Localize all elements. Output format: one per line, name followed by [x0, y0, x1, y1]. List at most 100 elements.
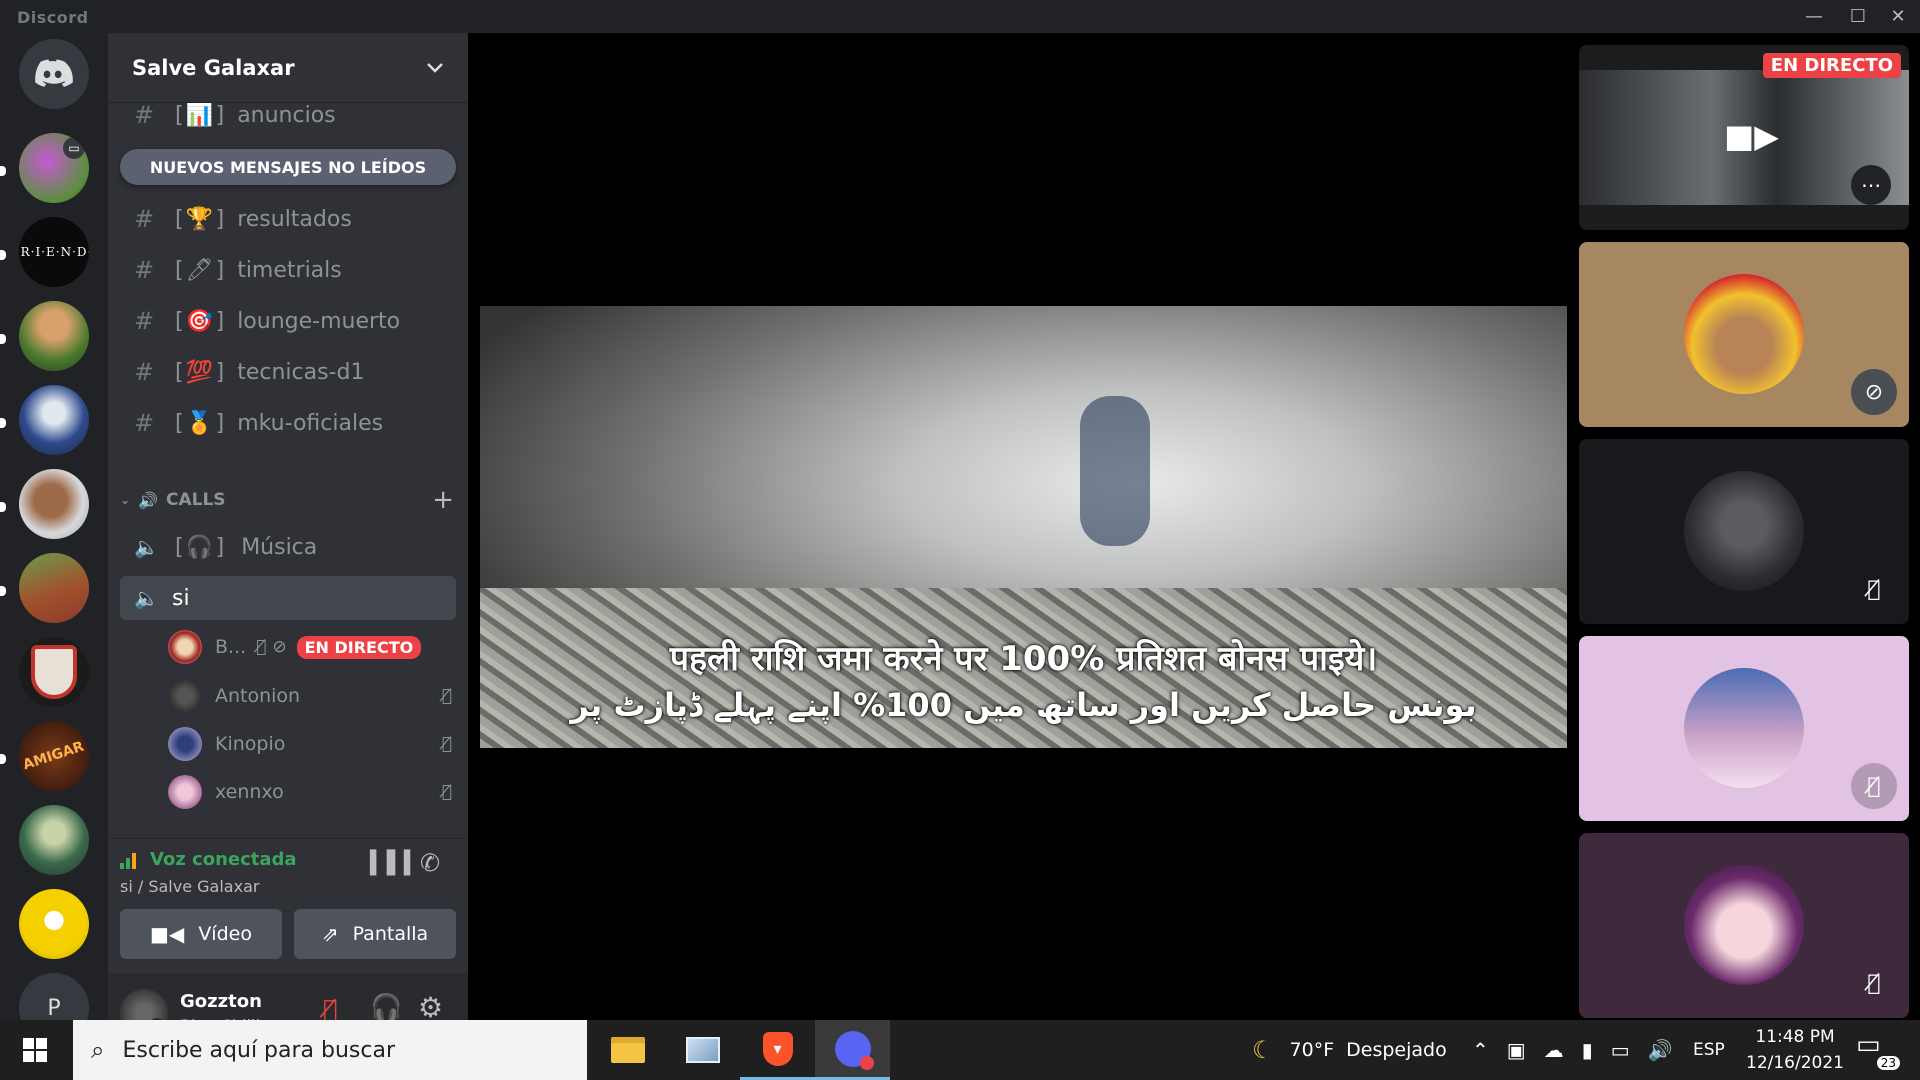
- server-icon-8[interactable]: AMIGAR: [19, 721, 89, 791]
- windows-logo-icon: [23, 1038, 47, 1062]
- server-header[interactable]: Salve Galaxar: [108, 33, 468, 103]
- avatar: [168, 727, 202, 761]
- voice-status-title: Voz conectada: [150, 849, 297, 870]
- participant-tile-2[interactable]: 🎙̸: [1579, 439, 1909, 624]
- figure-silhouette: [1080, 396, 1150, 546]
- participant-tile-1[interactable]: ⊘: [1579, 242, 1909, 427]
- noise-suppression-icon[interactable]: ▍▌▍: [370, 851, 421, 876]
- signal-icon: [120, 853, 136, 869]
- channel-resultados[interactable]: # [🏆] resultados: [120, 197, 456, 241]
- headphones-icon: 🎧: [185, 534, 214, 560]
- language-indicator[interactable]: ESP: [1693, 1020, 1725, 1080]
- username: Gozzton: [180, 991, 262, 1012]
- server-icon-6[interactable]: [19, 553, 89, 623]
- headphones-icon[interactable]: 🎧: [370, 993, 402, 1023]
- server-icon-5[interactable]: [19, 469, 89, 539]
- server-icon-4[interactable]: [19, 385, 89, 455]
- channel-emoji: 📊: [185, 103, 214, 128]
- channel-timetrials[interactable]: # [🖊] timetrials: [120, 248, 456, 292]
- channel-label: timetrials: [237, 257, 342, 283]
- add-channel-icon[interactable]: +: [432, 485, 454, 515]
- video-button[interactable]: ■◀ Vídeo: [120, 909, 282, 959]
- video-camera-icon: ■▶: [1724, 117, 1779, 155]
- maximize-button[interactable]: ☐: [1836, 0, 1880, 33]
- unread-indicator: [0, 754, 6, 764]
- discord-app[interactable]: [815, 1020, 890, 1080]
- avatar: [1684, 274, 1804, 394]
- avatar: [168, 630, 202, 664]
- muted-mic-icon: 🎙̸: [1851, 763, 1897, 809]
- live-badge: EN DIRECTO: [1762, 53, 1901, 78]
- voice-channel-si[interactable]: 🔈 si: [120, 576, 456, 620]
- battery-icon[interactable]: ▭: [1611, 1038, 1630, 1062]
- server-icon-p[interactable]: P: [19, 973, 89, 1020]
- server-icon-3[interactable]: [19, 301, 89, 371]
- channel-tecnicas-d1[interactable]: # [💯] tecnicas-d1: [120, 350, 456, 394]
- notification-center-icon[interactable]: ▭ 23: [1856, 1030, 1900, 1070]
- system-tray-icons: ⌃ ▣ ☁ ▮ ▭ 🔊: [1472, 1020, 1673, 1080]
- volume-icon[interactable]: 🔊: [1648, 1038, 1673, 1062]
- unread-indicator: [0, 250, 6, 260]
- clock[interactable]: 11:48 PM 12/16/2021: [1740, 1024, 1850, 1076]
- close-window-button[interactable]: ✕: [1876, 0, 1920, 33]
- chevron-down-icon: [427, 62, 443, 73]
- minimize-button[interactable]: —: [1792, 0, 1836, 33]
- participant-tile-4[interactable]: 🎙̸: [1579, 833, 1909, 1018]
- camera-icon: ■◀: [150, 922, 185, 946]
- server-name: Salve Galaxar: [132, 55, 295, 80]
- stream-video[interactable]: पहली राशि जमा करने पर 100% प्रतिशत बोनस …: [480, 306, 1567, 748]
- server-icon-10[interactable]: [19, 889, 89, 959]
- weather-widget[interactable]: ☾ 70°F Despejado: [1252, 1020, 1447, 1080]
- weather-desc: Despejado: [1346, 1039, 1447, 1061]
- file-explorer-app[interactable]: [590, 1020, 665, 1080]
- channel-anuncios[interactable]: # [📊] anuncios: [120, 103, 456, 137]
- windows-taskbar: ⌕ Escribe aquí para buscar ▾ ☾ 70°F Desp…: [0, 1020, 1920, 1080]
- channel-label: mku-oficiales: [237, 410, 384, 436]
- voice-channel-musica[interactable]: 🔈 [🎧] Música: [120, 525, 456, 569]
- avatar: [1684, 471, 1804, 591]
- brave-browser-app[interactable]: ▾: [740, 1020, 815, 1080]
- avatar: [168, 679, 202, 713]
- muted-mic-icon[interactable]: 🎙̸: [323, 995, 337, 1023]
- chevron-up-icon[interactable]: ⌃: [1472, 1038, 1489, 1062]
- voice-user-kinopio[interactable]: Kinopio 🎙̸: [168, 722, 458, 766]
- hundred-icon: 💯: [185, 359, 214, 385]
- disconnect-icon[interactable]: ✆: [420, 849, 440, 877]
- server-icon-7[interactable]: [19, 637, 89, 707]
- subtitle-line-1: पहली राशि जमा करने पर 100% प्रतिशत बोनस …: [669, 639, 1378, 679]
- channel-mku-oficiales[interactable]: # [🏅] mku-oficiales: [120, 401, 456, 445]
- speaker-icon: 🔈: [134, 586, 159, 610]
- stream-preview-tile[interactable]: EN DIRECTO ■▶ ⋯: [1579, 45, 1909, 230]
- clock-time: 11:48 PM: [1755, 1027, 1835, 1047]
- start-button[interactable]: [0, 1020, 70, 1080]
- muted-mic-icon: 🎙̸: [441, 734, 452, 754]
- speaker-icon: 🔊: [138, 490, 158, 510]
- microphone-icon[interactable]: ▮: [1582, 1038, 1593, 1062]
- voice-user-streamer[interactable]: B... 🎙̸ ⊘ EN DIRECTO: [168, 625, 458, 669]
- photos-app[interactable]: [665, 1020, 740, 1080]
- discord-home-button[interactable]: [19, 39, 89, 109]
- unread-indicator: [0, 418, 6, 428]
- taskbar-search-box[interactable]: ⌕ Escribe aquí para buscar: [73, 1020, 587, 1080]
- title-bar: Discord — ☐ ✕: [0, 0, 1920, 33]
- server-icon-9[interactable]: [19, 805, 89, 875]
- meet-now-icon[interactable]: ▣: [1507, 1038, 1526, 1062]
- screen-share-button[interactable]: ⇗ Pantalla: [294, 909, 456, 959]
- voice-user-xennxo[interactable]: xennxo 🎙̸: [168, 770, 458, 814]
- voice-user-antonion[interactable]: Antonion 🎙̸: [168, 674, 458, 718]
- onedrive-cloud-icon[interactable]: ☁: [1544, 1038, 1564, 1062]
- server-icon-1[interactable]: ▭: [19, 133, 89, 203]
- live-badge: EN DIRECTO: [296, 635, 422, 659]
- channel-label: tecnicas-d1: [237, 359, 365, 385]
- more-options-icon[interactable]: ⋯: [1851, 165, 1891, 205]
- channel-lounge-muerto[interactable]: # [🎯] lounge-muerto: [120, 299, 456, 343]
- category-calls[interactable]: ⌄ 🔊 CALLS +: [116, 485, 460, 515]
- hash-icon: #: [134, 256, 155, 284]
- channel-sidebar: Salve Galaxar NUEVOS MENSAJES NO LEÍDOS …: [108, 33, 468, 1053]
- participant-tile-3[interactable]: 🎙̸: [1579, 636, 1909, 821]
- unread-messages-banner[interactable]: NUEVOS MENSAJES NO LEÍDOS: [120, 149, 456, 185]
- voice-user-name: Antonion: [215, 685, 301, 707]
- discord-logo-icon: [35, 59, 73, 87]
- channel-label: lounge-muerto: [237, 308, 401, 334]
- server-icon-friends[interactable]: F·R·I·E·N·D·S: [19, 217, 89, 287]
